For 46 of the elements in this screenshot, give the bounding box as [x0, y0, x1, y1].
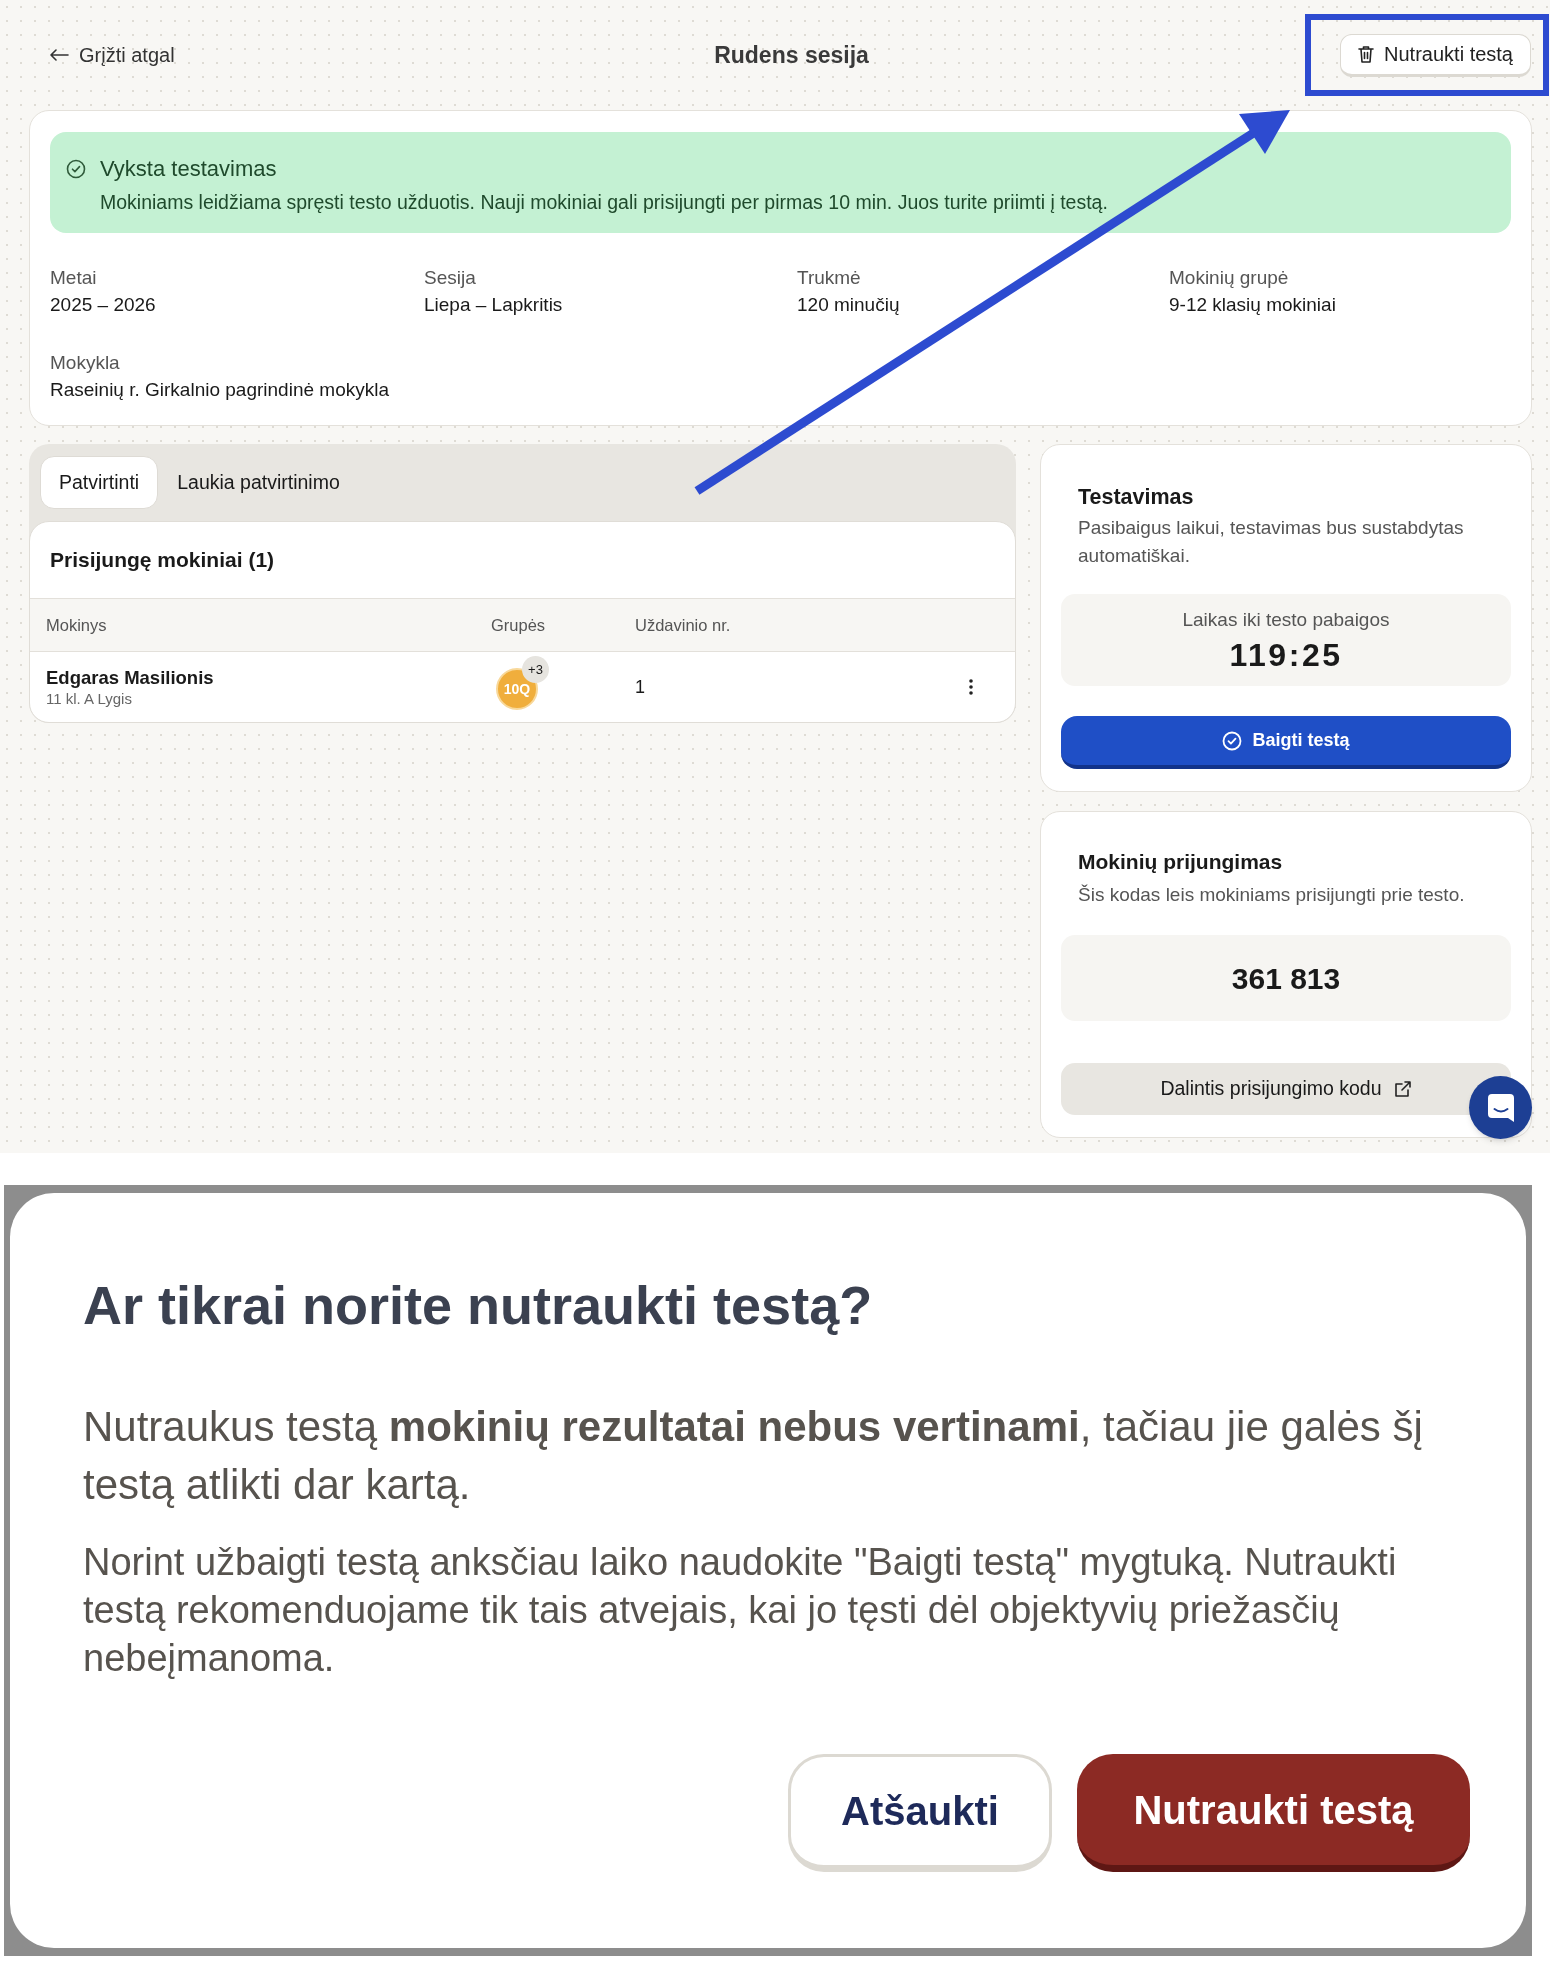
cancel-button[interactable]: Atšaukti: [788, 1754, 1052, 1872]
detail-label: Sesija: [424, 266, 477, 289]
detail-value: Liepa – Lapkritis: [424, 293, 564, 316]
dialog-title: Ar tikrai norite nutraukti testą?: [83, 1274, 874, 1337]
task-number: 1: [635, 675, 645, 699]
back-arrow-icon: [49, 49, 69, 61]
detail-label: Trukmė: [797, 266, 862, 289]
student-name: Edgaras Masilionis: [46, 665, 214, 689]
card-description: Šis kodas leis mokiniams prisijungti prie testo.: [1078, 882, 1466, 907]
timer-value: 119:25: [1229, 635, 1343, 675]
back-link[interactable]: Grįžti atgal: [79, 40, 175, 70]
detail-label: Mokykla: [50, 351, 121, 374]
more-groups-badge: +3: [522, 656, 549, 683]
cancel-test-button[interactable]: Nutraukti testą: [1340, 33, 1531, 77]
page-title: Rudens sesija: [713, 40, 869, 70]
status-message: Mokiniams leidžiama spręsti testo užduotis. Nauji mokiniai gali prisijungti per pirmas 10 min. Juos turite priimti į testą.: [100, 190, 1109, 215]
finish-test-button[interactable]: Baigti testą: [1061, 716, 1511, 770]
detail-label: Metai: [50, 266, 98, 289]
detail-value: 2025 – 2026: [50, 293, 157, 316]
chat-icon: [1486, 1092, 1515, 1123]
detail-value: 9-12 klasių mokiniai: [1169, 293, 1337, 316]
column-header: Mokinys: [46, 614, 107, 636]
card-title: Testavimas: [1078, 484, 1195, 511]
tab[interactable]: Laukia patvirtinimo: [170, 456, 347, 509]
timer-label: Laikas iki testo pabaigos: [1182, 608, 1390, 632]
detail-label: Mokinių grupė: [1169, 266, 1290, 289]
join-code: 361 813: [1231, 960, 1341, 997]
student-class: 11 kl. A Lygis: [46, 688, 132, 709]
share-code-button[interactable]: Dalintis prisijungimo kodu: [1061, 1063, 1511, 1115]
tab[interactable]: Patvirtinti: [40, 456, 159, 509]
students-title: Prisijungę mokiniai (1): [50, 547, 275, 574]
more-options-icon[interactable]: [969, 679, 973, 695]
check-circle-icon: [1222, 730, 1243, 751]
detail-value: 120 minučių: [797, 293, 901, 316]
column-header: Grupės: [491, 614, 546, 636]
dialog-note: Norint užbaigti testą anksčiau laiko naudokite "Baigti testą" mygtuką. Nutraukti testą rekomenduojame tik tais atvejais, kai jo tęsti dėl objektyvių priežasčių nebeįmanoma.: [83, 1540, 1398, 1681]
check-circle-icon: [66, 158, 86, 179]
status-title: Vyksta testavimas: [100, 155, 277, 183]
abort-test-button[interactable]: Nutraukti testą: [1077, 1754, 1470, 1872]
column-header: Uždavinio nr.: [635, 614, 731, 636]
card-title: Mokinių prijungimas: [1078, 849, 1284, 875]
card-description: Pasibaigus laikui, testavimas bus sustabdytas automatiškai.: [1078, 516, 1465, 569]
trash-icon: [1358, 45, 1375, 63]
dialog-message: Nutraukus testą mokinių rezultatai nebus vertinami, tačiau jie galės šį testą atlikti dar kartą.: [83, 1402, 1424, 1510]
detail-value: Raseinių r. Girkalnio pagrindinė mokykla: [50, 378, 390, 401]
external-link-icon: [1393, 1080, 1412, 1098]
